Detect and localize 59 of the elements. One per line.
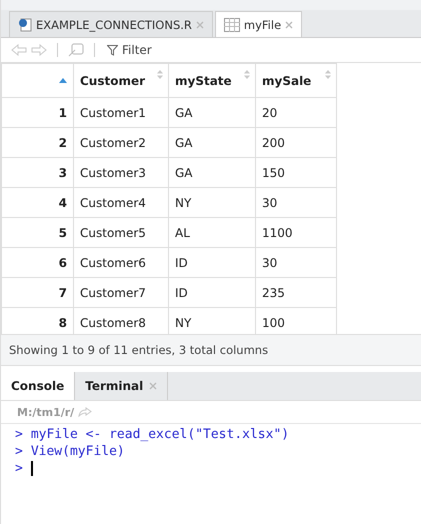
- working-directory: M:/tm1/r/: [17, 406, 74, 418]
- table-cell: 20: [256, 98, 336, 128]
- console-tab[interactable]: Console: [1, 372, 76, 400]
- table-cell: GA: [168, 158, 256, 188]
- close-icon[interactable]: [196, 20, 204, 28]
- sort-icon: [244, 70, 250, 79]
- table-cell: 150: [256, 158, 336, 188]
- row-number: 3: [2, 158, 74, 188]
- table-cell: NY: [168, 188, 256, 218]
- filter-icon: [107, 44, 118, 56]
- close-icon[interactable]: [285, 20, 294, 28]
- table-cell: Customer2: [74, 128, 168, 158]
- table-cell: Customer6: [74, 248, 168, 278]
- table-cell: Customer4: [74, 188, 168, 218]
- editor-tab[interactable]: myFile: [214, 11, 302, 37]
- table-cell: 1100: [256, 218, 336, 248]
- table-cell: 235: [256, 278, 336, 308]
- column-header[interactable]: Customer: [74, 64, 168, 98]
- table-cell: Customer5: [74, 218, 168, 248]
- table-cell: GA: [168, 128, 256, 158]
- console-prompt: >: [15, 444, 23, 459]
- filter-button[interactable]: Filter: [105, 43, 154, 57]
- table-cell: Customer7: [74, 278, 168, 308]
- row-number: 6: [2, 248, 74, 278]
- text-cursor: [30, 461, 33, 476]
- grid-icon: [224, 18, 240, 32]
- console-prompt: >: [15, 461, 23, 476]
- row-number: 2: [2, 128, 74, 158]
- column-header[interactable]: mySale: [256, 64, 336, 98]
- status-bar: Showing 1 to 9 of 11 entries, 3 total columns: [1, 335, 421, 366]
- table-cell: ID: [168, 278, 256, 308]
- editor-tab[interactable]: EXAMPLE_CONNECTIONS.R: [9, 11, 213, 37]
- table-cell: 200: [256, 128, 336, 158]
- table-cell: AL: [168, 218, 256, 248]
- table-cell: GA: [168, 98, 256, 128]
- table-cell: ID: [168, 248, 256, 278]
- go-to-directory-icon[interactable]: [78, 407, 92, 417]
- close-icon[interactable]: [149, 382, 158, 390]
- row-number: 1: [2, 98, 74, 128]
- console-prompt: >: [15, 427, 23, 442]
- back-arrow-icon[interactable]: [11, 44, 27, 56]
- console-tab[interactable]: Terminal: [75, 372, 168, 400]
- sort-icon: [157, 70, 163, 79]
- forward-arrow-icon[interactable]: [31, 44, 47, 56]
- sort-icon: [325, 70, 331, 79]
- row-number: 4: [2, 188, 74, 218]
- table-cell: Customer1: [74, 98, 168, 128]
- row-number: 7: [2, 278, 74, 308]
- table-cell: 30: [256, 188, 336, 218]
- column-header[interactable]: myState: [168, 64, 256, 98]
- table-cell: Customer3: [74, 158, 168, 188]
- sort-ascending-icon: [59, 78, 67, 83]
- table-cell: 30: [256, 248, 336, 278]
- console-command: View(myFile): [30, 444, 125, 459]
- console-command: myFile <- read_excel("Test.xlsx"): [30, 427, 290, 442]
- row-number: 5: [2, 218, 74, 248]
- r-script-icon: [18, 18, 32, 32]
- index-header[interactable]: [2, 64, 74, 98]
- popout-icon[interactable]: [68, 43, 84, 57]
